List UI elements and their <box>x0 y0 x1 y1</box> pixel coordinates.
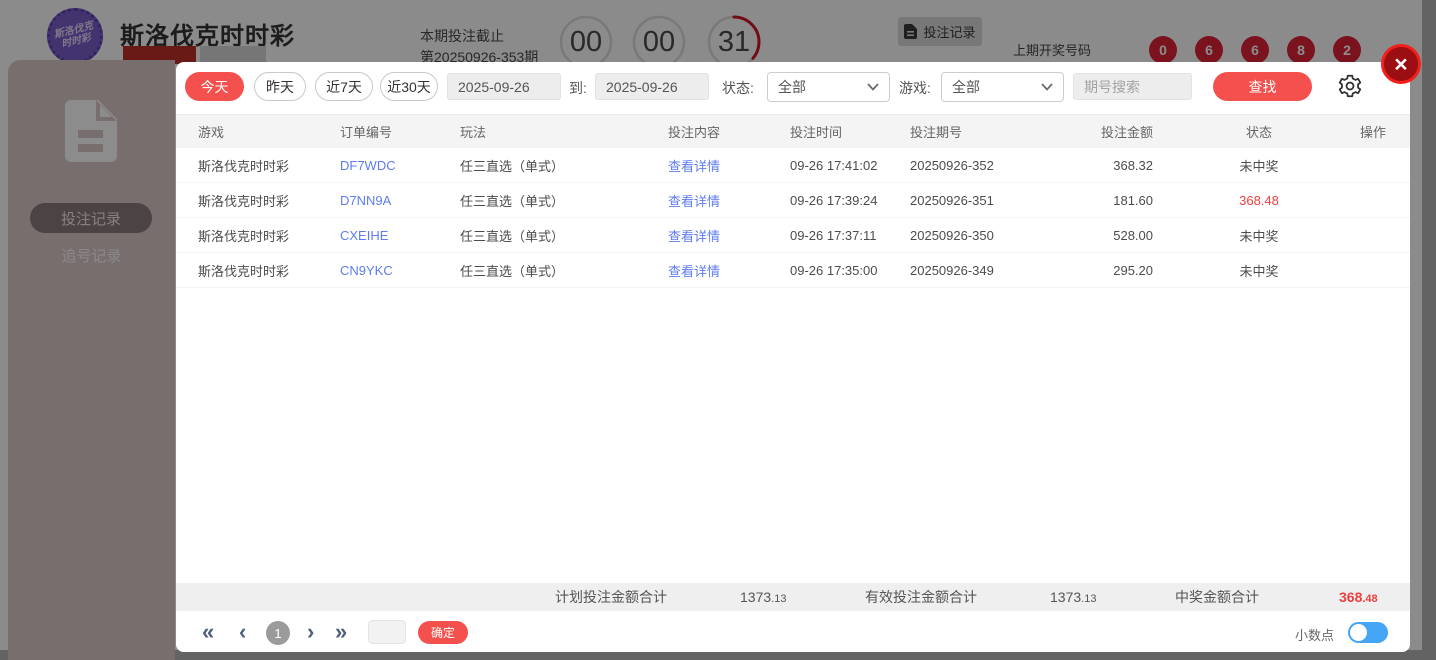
order-id-link[interactable]: D7NN9A <box>340 183 460 217</box>
valid-total-value: 1373.13 <box>1050 589 1097 605</box>
app-window: 斯洛伐克 时时彩 斯洛伐克时时彩 本期投注截止 第20250926-353期 0… <box>0 0 1436 660</box>
first-page-icon[interactable]: « <box>202 619 214 645</box>
decimal-toggle-switch[interactable] <box>1348 622 1388 643</box>
col-period: 投注期号 <box>910 125 963 140</box>
status-select[interactable]: 全部 <box>767 72 890 102</box>
table-header-row: 游戏 订单编号 玩法 投注内容 投注时间 投注期号 投注金额 状态 操作 <box>176 114 1410 148</box>
close-icon: × <box>1394 50 1408 77</box>
cell-amount: 295.20 <box>1113 262 1153 278</box>
win-total-value: 368.48 <box>1339 589 1378 605</box>
last-page-icon[interactable]: » <box>335 619 347 645</box>
search-button[interactable]: 查找 <box>1213 72 1312 101</box>
cell-actions <box>1333 183 1413 217</box>
cell-time: 09-26 17:35:00 <box>790 262 878 278</box>
cell-time: 09-26 17:39:24 <box>790 192 878 208</box>
period-search-input[interactable] <box>1073 73 1192 100</box>
col-play: 玩法 <box>460 125 487 140</box>
col-order-id: 订单编号 <box>340 125 393 140</box>
close-button[interactable]: × <box>1381 44 1421 84</box>
filter-yesterday-button[interactable]: 昨天 <box>254 72 306 101</box>
next-page-icon[interactable]: › <box>307 619 314 645</box>
order-id-link[interactable]: CXEIHE <box>340 218 460 252</box>
current-page-badge[interactable]: 1 <box>266 621 290 645</box>
cell-period: 20250926-352 <box>910 157 994 173</box>
cell-game: 斯洛伐克时时彩 <box>198 228 290 244</box>
filter-today-button[interactable]: 今天 <box>185 72 244 101</box>
filter-7days-button[interactable]: 近7天 <box>315 72 373 101</box>
valid-total-label: 有效投注金额合计 <box>865 589 977 605</box>
cell-actions <box>1333 253 1413 287</box>
view-detail-link[interactable]: 查看详情 <box>668 218 778 252</box>
pagination-bar: « ‹ 1 › » 确定 小数点 <box>176 611 1410 652</box>
cell-time: 09-26 17:37:11 <box>790 227 877 243</box>
view-detail-link[interactable]: 查看详情 <box>668 148 778 182</box>
page-jump-input[interactable] <box>368 620 406 644</box>
table-row: 斯洛伐克时时彩 D7NN9A 任三直选（单式） 查看详情 09-26 17:39… <box>176 183 1410 218</box>
view-detail-link[interactable]: 查看详情 <box>668 253 778 287</box>
cell-period: 20250926-350 <box>910 227 994 243</box>
cell-status-win-amount: 368.48 <box>1239 192 1279 208</box>
toggle-knob <box>1350 624 1367 641</box>
date-to-label: 到: <box>569 80 587 96</box>
cell-status: 未中奖 <box>1239 263 1279 279</box>
col-content: 投注内容 <box>668 125 721 140</box>
col-time: 投注时间 <box>790 125 843 140</box>
status-label: 状态: <box>722 80 754 96</box>
filter-30days-button[interactable]: 近30天 <box>380 72 438 101</box>
settings-gear-icon[interactable] <box>1337 73 1363 99</box>
cell-time: 09-26 17:41:02 <box>790 157 878 173</box>
table-row: 斯洛伐克时时彩 CXEIHE 任三直选（单式） 查看详情 09-26 17:37… <box>176 218 1410 253</box>
cell-play: 任三直选（单式） <box>460 158 565 174</box>
view-detail-link[interactable]: 查看详情 <box>668 183 778 217</box>
cell-play: 任三直选（单式） <box>460 193 565 209</box>
cell-status: 未中奖 <box>1239 158 1279 174</box>
cell-period: 20250926-351 <box>910 192 994 208</box>
date-to-input[interactable] <box>595 73 709 100</box>
win-total-label: 中奖金额合计 <box>1175 589 1259 605</box>
prev-page-icon[interactable]: ‹ <box>239 619 246 645</box>
game-select-value: 全部 <box>952 79 980 95</box>
cell-status: 未中奖 <box>1239 228 1279 244</box>
order-id-link[interactable]: DF7WDC <box>340 148 460 182</box>
chevron-down-icon <box>867 83 879 91</box>
cell-amount: 368.32 <box>1113 157 1153 173</box>
cell-actions <box>1333 148 1413 182</box>
col-game: 游戏 <box>198 125 225 140</box>
cell-game: 斯洛伐克时时彩 <box>198 158 290 174</box>
order-id-link[interactable]: CN9YKC <box>340 253 460 287</box>
col-status: 状态 <box>1245 125 1272 140</box>
cell-game: 斯洛伐克时时彩 <box>198 263 290 279</box>
cell-play: 任三直选（单式） <box>460 263 565 279</box>
decimal-toggle-label: 小数点 <box>1295 628 1335 643</box>
cell-amount: 528.00 <box>1113 227 1153 243</box>
cell-game: 斯洛伐克时时彩 <box>198 193 290 209</box>
chevron-down-icon <box>1041 83 1053 91</box>
cell-amount: 181.60 <box>1113 192 1153 208</box>
table-row: 斯洛伐克时时彩 DF7WDC 任三直选（单式） 查看详情 09-26 17:41… <box>176 148 1410 183</box>
col-amount: 投注金额 <box>1100 125 1153 140</box>
game-label: 游戏: <box>899 80 931 96</box>
table-row: 斯洛伐克时时彩 CN9YKC 任三直选（单式） 查看详情 09-26 17:35… <box>176 253 1410 288</box>
bet-records-modal: 今天 昨天 近7天 近30天 到: 状态: 全部 游戏: 全部 查找 <box>176 62 1410 652</box>
game-select[interactable]: 全部 <box>941 72 1064 102</box>
planned-total-value: 1373.13 <box>740 589 787 605</box>
page-confirm-button[interactable]: 确定 <box>418 621 468 644</box>
date-from-input[interactable] <box>447 73 561 100</box>
cell-actions <box>1333 218 1413 252</box>
status-select-value: 全部 <box>778 79 806 95</box>
col-actions: 操作 <box>1359 125 1386 140</box>
planned-total-label: 计划投注金额合计 <box>555 589 667 605</box>
cell-period: 20250926-349 <box>910 262 994 278</box>
summary-bar: 计划投注金额合计 1373.13 有效投注金额合计 1373.13 中奖金额合计… <box>176 583 1410 611</box>
cell-play: 任三直选（单式） <box>460 228 565 244</box>
